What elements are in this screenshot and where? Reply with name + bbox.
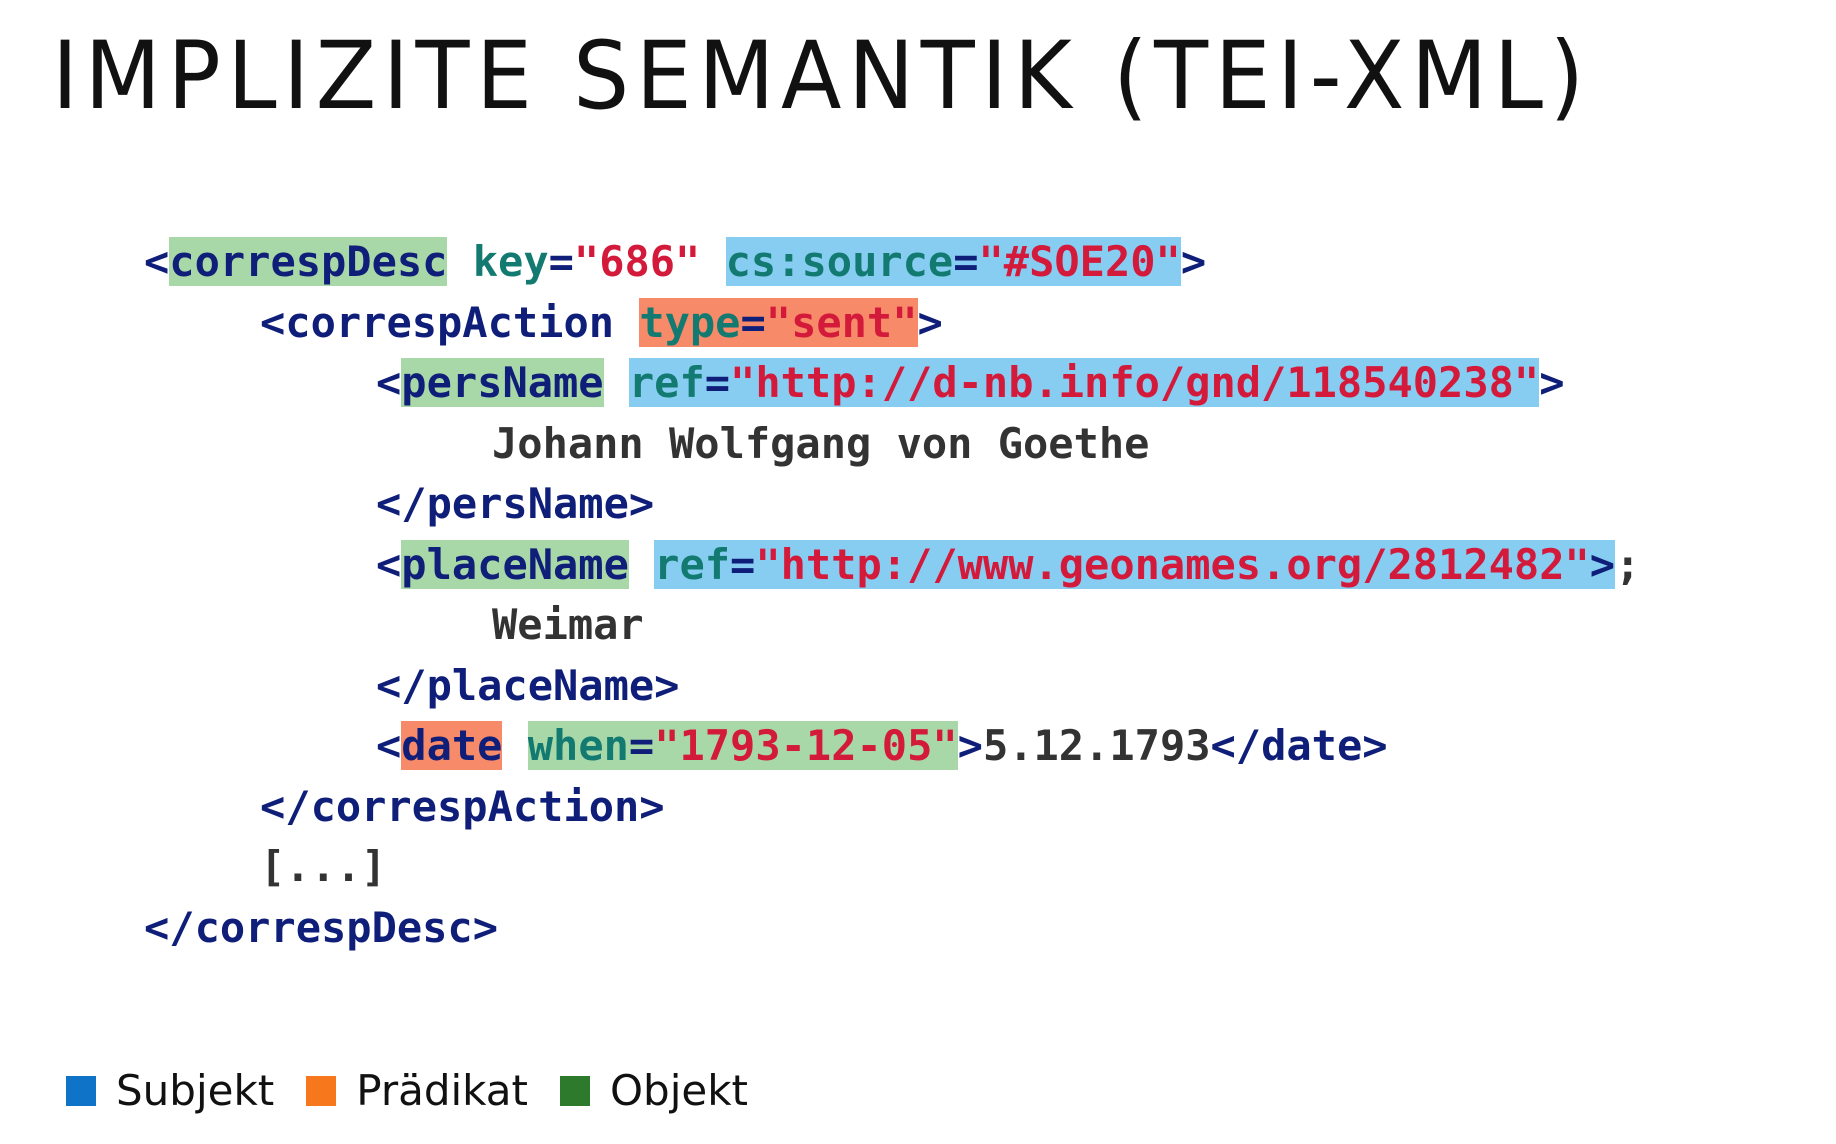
legend-item-praedikat: Prädikat: [306, 1066, 528, 1115]
legend-item-objekt: Objekt: [559, 1066, 748, 1115]
code-line-date: <date when="1793-12-05">5.12.1793</date>: [144, 716, 1640, 777]
equals: =: [740, 297, 766, 347]
tag-bracket: >: [917, 297, 943, 347]
tag-bracket: <: [144, 237, 170, 286]
element-correspaction: correspAction: [285, 297, 615, 347]
attr-key: key: [472, 237, 549, 286]
value-gnd-ref: "http://d-nb.info/gnd/118540238": [730, 358, 1540, 407]
legend-label-praedikat: Prädikat: [356, 1066, 528, 1115]
tag-bracket: <: [376, 721, 402, 770]
value-when: "1793-12-05": [654, 721, 958, 770]
highlight-cs-source: cs:source="#SOE20": [725, 237, 1181, 286]
element-placename: placeName: [401, 539, 629, 589]
code-line-ellipsis: [...]: [144, 837, 1640, 898]
highlight-placename-ref: ref="http://www.geonames.org/2812482">: [654, 539, 1616, 589]
code-line-persname-text: Johann Wolfgang von Goethe: [144, 414, 1640, 475]
code-line-corresp-desc-open: <correspDesc key="686" cs:source="#SOE20…: [144, 232, 1640, 293]
code-block: <correspDesc key="686" cs:source="#SOE20…: [144, 232, 1640, 958]
code-line-placename-text: Weimar: [144, 595, 1640, 656]
text-person: Johann Wolfgang von Goethe: [492, 418, 1150, 468]
tag-bracket: >: [1180, 237, 1207, 286]
tag-bracket: <: [260, 297, 286, 347]
code-line-corresp-action-close: </correspAction>: [144, 777, 1640, 838]
code-line-corresp-action-open: <correspAction type="sent">: [144, 293, 1640, 354]
closing-tag-persname: </persName>: [376, 479, 655, 528]
tag-bracket: >: [1539, 358, 1565, 407]
closing-tag-date: </date>: [1210, 721, 1388, 770]
attr-cs-source: cs:source: [725, 237, 954, 286]
element-persname: persName: [401, 358, 604, 407]
legend-item-subjekt: Subjekt: [66, 1066, 274, 1115]
value-key: "686": [573, 237, 701, 286]
legend-label-objekt: Objekt: [609, 1066, 748, 1115]
legend-swatch-praedikat: [306, 1075, 337, 1106]
tag-bracket: >: [1589, 539, 1616, 589]
code-line-placename-close: </placeName>: [144, 656, 1640, 717]
value-type: "sent": [765, 297, 918, 347]
attr-when: when: [527, 721, 629, 770]
value-geonames-ref: "http://www.geonames.org/2812482": [755, 539, 1590, 589]
text-place: Weimar: [492, 600, 644, 649]
tag-bracket: >: [957, 721, 983, 770]
code-line-corresp-desc-close: </correspDesc>: [144, 898, 1640, 959]
equals: =: [628, 721, 655, 770]
highlight-persname-ref: ref="http://d-nb.info/gnd/118540238": [628, 358, 1540, 407]
tag-bracket: <: [376, 358, 402, 407]
highlight-when: when="1793-12-05": [527, 721, 958, 770]
equals: =: [704, 358, 731, 407]
equals: =: [548, 237, 574, 286]
legend: Subjekt Prädikat Objekt: [66, 1066, 780, 1115]
value-cs-source: "#SOE20": [978, 237, 1181, 286]
closing-tag-correspaction: </correspAction>: [260, 781, 665, 831]
text-date: 5.12.1793: [982, 721, 1211, 770]
legend-swatch-objekt: [559, 1075, 590, 1106]
ellipsis: [...]: [260, 842, 387, 891]
element-correspdesc: correspDesc: [169, 237, 448, 286]
element-date: date: [401, 721, 503, 770]
tag-bracket: <: [376, 539, 402, 589]
semicolon: ;: [1615, 539, 1641, 589]
legend-label-subjekt: Subjekt: [116, 1066, 275, 1115]
code-line-persname-close: </persName>: [144, 474, 1640, 535]
code-line-persname-open: <persName ref="http://d-nb.info/gnd/1185…: [144, 353, 1640, 414]
code-line-placename-open: <placeName ref="http://www.geonames.org/…: [144, 535, 1640, 596]
closing-tag-correspdesc: </correspDesc>: [144, 902, 499, 952]
highlight-type: type="sent": [639, 297, 918, 347]
equals: =: [730, 539, 756, 589]
equals: =: [953, 237, 979, 286]
attr-ref: ref: [628, 358, 705, 407]
attr-type: type: [639, 297, 741, 347]
page-title: IMPLIZITE SEMANTIK (TEI-XML): [52, 22, 1591, 131]
attr-ref: ref: [654, 539, 731, 589]
legend-swatch-subjekt: [66, 1075, 96, 1106]
closing-tag-placename: </placeName>: [376, 660, 680, 710]
